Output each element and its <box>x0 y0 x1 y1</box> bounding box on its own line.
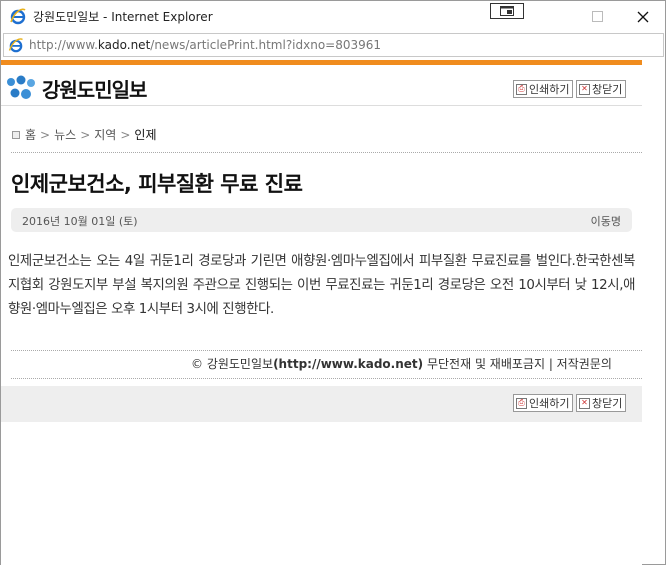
copyright-prefix: © 강원도민일보 <box>191 357 274 371</box>
article-meta: 2016년 10월 01일 (토) 이동명 <box>11 208 632 232</box>
close-icon <box>637 11 649 22</box>
breadcrumb: 홈 > 뉴스 > 지역 > 인제 <box>12 126 157 143</box>
url-text[interactable]: http://www.kado.net/news/articlePrint.ht… <box>29 38 381 52</box>
url-prefix: http://www. <box>29 38 98 52</box>
url-domain: kado.net <box>97 38 151 52</box>
article-print-page: 강원도민일보 ⎙ 인쇄하기 ✕ 창닫기 홈 > 뉴스 > 지역 > 인제 인제군… <box>1 60 642 565</box>
printer-icon: ⎙ <box>516 83 527 95</box>
square-bullet-icon <box>12 130 20 139</box>
ie-page-icon <box>8 38 23 53</box>
maximize-icon <box>591 11 603 22</box>
print-label: 인쇄하기 <box>529 83 570 96</box>
close-x-icon: ✕ <box>579 397 590 409</box>
close-x-icon: ✕ <box>579 83 590 95</box>
footer-bar: ⎙ 인쇄하기 ✕ 창닫기 <box>1 386 642 422</box>
article-title: 인제군보건소, 피부질환 무료 진료 <box>11 172 303 196</box>
breadcrumb-current[interactable]: 인제 <box>134 126 156 143</box>
header-divider <box>1 105 642 106</box>
close-label: 창닫기 <box>592 397 623 410</box>
copyright-notice: © 강원도민일보(http://www.kado.net) 무단전재 및 재배포… <box>191 355 612 372</box>
accent-bar <box>1 60 642 65</box>
close-page-button[interactable]: ✕ 창닫기 <box>576 80 627 98</box>
breadcrumb-news[interactable]: 뉴스 <box>54 126 76 143</box>
footer-print-button[interactable]: ⎙ 인쇄하기 <box>513 394 574 412</box>
address-bar[interactable]: http://www.kado.net/news/articlePrint.ht… <box>3 33 664 57</box>
url-path: /news/articlePrint.html?idxno=803961 <box>150 38 382 52</box>
copyright-url: (http://www.kado.net) <box>273 357 424 371</box>
window-title: 강원도민일보 - Internet Explorer <box>33 10 213 24</box>
snap-button[interactable] <box>490 3 524 19</box>
title-bar: 강원도민일보 - Internet Explorer <box>1 1 665 32</box>
breadcrumb-region[interactable]: 지역 <box>94 126 116 143</box>
article-body: 인제군보건소는 오는 4일 귀둔1리 경로당과 기린면 애향원·엠마누엘집에서 … <box>8 254 635 317</box>
snap-icon <box>500 6 514 16</box>
breadcrumb-divider <box>11 152 642 153</box>
copyright-suffix: 무단전재 및 재배포금지 | 저작권문의 <box>426 357 612 371</box>
close-label: 창닫기 <box>592 83 623 96</box>
article-date: 2016년 10월 01일 (토) <box>22 215 138 228</box>
maximize-button[interactable] <box>574 1 620 32</box>
print-label: 인쇄하기 <box>529 397 570 410</box>
breadcrumb-separator: > <box>80 127 91 142</box>
footer-divider-top <box>11 350 642 351</box>
print-button[interactable]: ⎙ 인쇄하기 <box>513 80 574 98</box>
footer-divider-bottom <box>11 378 642 379</box>
breadcrumb-separator: > <box>40 127 51 142</box>
breadcrumb-home[interactable]: 홈 <box>25 126 36 143</box>
article-author: 이동명 <box>590 215 621 228</box>
printer-icon: ⎙ <box>516 397 527 409</box>
breadcrumb-separator: > <box>120 127 131 142</box>
footer-close-button[interactable]: ✕ 창닫기 <box>576 394 627 412</box>
ie-icon <box>10 8 26 25</box>
close-window-button[interactable] <box>620 1 666 32</box>
site-logo: 강원도민일보 <box>4 73 147 103</box>
logo-text: 강원도민일보 <box>42 77 147 102</box>
browser-window: 강원도민일보 - Internet Explorer http://www.ka… <box>0 0 666 565</box>
logo-mark-icon <box>7 75 35 99</box>
